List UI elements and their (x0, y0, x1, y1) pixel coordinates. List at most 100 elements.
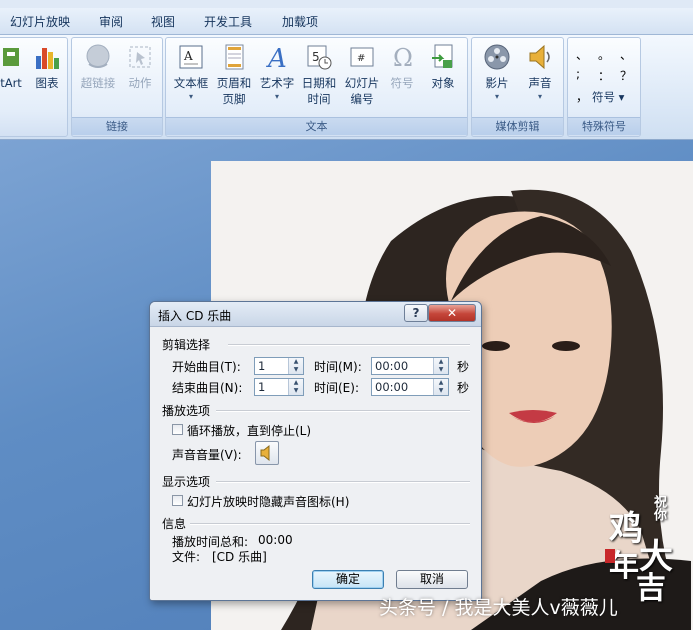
volume-label: 声音音量(V): (172, 448, 242, 462)
svg-text:5: 5 (312, 50, 320, 64)
volume-button[interactable] (255, 441, 279, 465)
wordart-label: 艺术字 (259, 76, 295, 90)
hide-icon-label[interactable]: 幻灯片放映时隐藏声音图标(H) (187, 493, 349, 510)
spin-down-icon[interactable]: ▼ (434, 387, 448, 395)
help-button[interactable]: ? (404, 304, 428, 322)
menu-view[interactable]: 视图 (151, 13, 175, 30)
dialog-title-bar[interactable]: 插入 CD 乐曲 ? ✕ (150, 302, 481, 327)
globe-link-icon (86, 44, 110, 68)
menu-bar: 幻灯片放映 审阅 视图 开发工具 加载项 (0, 8, 693, 35)
sound-button[interactable]: 声音 ▾ (520, 42, 560, 103)
dropdown-arrow-icon[interactable]: ▾ (256, 91, 298, 103)
symbol-colon[interactable]: ： (598, 67, 610, 84)
object-label: 对象 (431, 76, 455, 90)
symbol-comma-3[interactable]: ， (576, 88, 588, 105)
symbol-semicolon[interactable]: ; (576, 67, 580, 81)
spin-up-icon[interactable]: ▲ (289, 379, 303, 387)
dropdown-arrow-icon[interactable]: ▾ (520, 91, 560, 103)
red-seal-icon (605, 549, 615, 563)
ok-button[interactable]: 确定 (312, 570, 384, 589)
ribbon-group-illustrations: tArt 图表 (0, 37, 68, 137)
ribbon-group-special-symbols: 、 。 、 ; ： ？ ， 符号 ▾ 特殊符号 (567, 37, 641, 137)
action-label: 动作 (128, 76, 152, 90)
stamp-char-4: 吉 (636, 571, 666, 606)
spin-down-icon[interactable]: ▼ (434, 366, 448, 374)
group-label-links: 链接 (72, 117, 162, 135)
speaker-icon (260, 444, 270, 462)
spin-up-icon[interactable]: ▲ (289, 358, 303, 366)
end-track-spin-buttons[interactable]: ▲ ▼ (288, 379, 303, 395)
smartart-button[interactable]: tArt (0, 42, 25, 91)
start-time-spin-buttons[interactable]: ▲ ▼ (433, 358, 448, 374)
start-time-value: 00:00 (375, 359, 409, 373)
slide-number-button[interactable]: # 幻灯片 编号 (341, 42, 383, 107)
speaker-icon (529, 44, 550, 70)
file-value: [CD 乐曲] (212, 550, 267, 564)
menu-review[interactable]: 审阅 (99, 13, 123, 30)
loop-checkbox[interactable] (172, 424, 183, 435)
spin-up-icon[interactable]: ▲ (434, 358, 448, 366)
cancel-button[interactable]: 取消 (396, 570, 468, 589)
symbol-period[interactable]: 。 (598, 46, 610, 63)
start-track-spin-buttons[interactable]: ▲ ▼ (288, 358, 303, 374)
symbol-question[interactable]: ？ (620, 67, 632, 84)
object-button[interactable]: 对象 (422, 42, 464, 91)
symbol-button[interactable]: Ω 符号 (384, 42, 420, 91)
end-time-spin-buttons[interactable]: ▲ ▼ (433, 379, 448, 395)
header-footer-label-2: 页脚 (222, 92, 246, 106)
hide-icon-checkbox[interactable] (172, 495, 183, 506)
svg-text:A: A (266, 44, 287, 72)
textbox-button[interactable]: A 文本框 ▾ (170, 42, 212, 103)
ribbon: tArt 图表 超链接 动作 链接 A 文本框 ▾ 页眉和 页脚 A 艺术字 ▾… (0, 35, 693, 140)
start-time-label: 时间(M): (314, 360, 362, 374)
chart-button[interactable]: 图表 (29, 42, 65, 91)
action-icon (129, 46, 151, 68)
clip-selection-heading: 剪辑选择 (162, 338, 211, 352)
symbol-comma-top[interactable]: 、 (576, 46, 588, 63)
playback-options-heading: 播放选项 (162, 404, 211, 418)
ribbon-group-links: 超链接 动作 链接 (71, 37, 163, 137)
dropdown-arrow-icon[interactable]: ▾ (476, 91, 518, 103)
section-divider (216, 481, 470, 483)
symbol-dropdown-button[interactable]: 符号 ▾ (592, 89, 624, 105)
slide-number-icon: # (350, 47, 374, 67)
close-icon: ✕ (446, 306, 458, 320)
svg-text:A: A (183, 49, 193, 63)
file-label: 文件: (172, 550, 201, 564)
calendar-clock-icon: 5 (307, 45, 332, 70)
wordart-button[interactable]: A 艺术字 ▾ (256, 42, 298, 103)
header-footer-button[interactable]: 页眉和 页脚 (213, 42, 255, 107)
spin-down-icon[interactable]: ▼ (289, 366, 303, 374)
end-track-value: 1 (258, 380, 266, 394)
end-track-spinner[interactable]: 1 ▲ ▼ (254, 378, 304, 396)
start-track-spinner[interactable]: 1 ▲ ▼ (254, 357, 304, 375)
svg-text:Ω: Ω (393, 44, 413, 72)
action-button[interactable]: 动作 (122, 42, 158, 91)
help-icon: ? (412, 306, 420, 320)
end-time-value: 00:00 (375, 380, 409, 394)
textbox-label: 文本框 (173, 76, 209, 90)
spin-down-icon[interactable]: ▼ (289, 387, 303, 395)
dropdown-arrow-icon[interactable]: ▾ (170, 91, 212, 103)
info-heading: 信息 (162, 517, 187, 531)
date-time-button[interactable]: 5 日期和 时间 (298, 42, 340, 107)
start-time-spinner[interactable]: 00:00 ▲ ▼ (371, 357, 449, 375)
menu-addins[interactable]: 加载项 (282, 13, 318, 30)
movie-label: 影片 (485, 76, 509, 90)
wordart-icon: A (266, 44, 287, 72)
end-time-spinner[interactable]: 00:00 ▲ ▼ (371, 378, 449, 396)
loop-label[interactable]: 循环播放，直到停止(L) (187, 422, 311, 439)
hyperlink-button[interactable]: 超链接 (76, 42, 120, 91)
dialog-title: 插入 CD 乐曲 (158, 309, 232, 323)
date-time-label-2: 时间 (307, 92, 331, 106)
section-divider (228, 344, 470, 346)
menu-developer[interactable]: 开发工具 (204, 13, 252, 30)
menu-slideshow[interactable]: 幻灯片放映 (10, 13, 70, 30)
group-label-media: 媒体剪辑 (472, 117, 563, 135)
symbol-comma-2[interactable]: 、 (620, 46, 632, 63)
spin-up-icon[interactable]: ▲ (434, 379, 448, 387)
end-time-label: 时间(E): (314, 381, 359, 395)
film-reel-icon (484, 44, 510, 70)
movie-button[interactable]: 影片 ▾ (476, 42, 518, 103)
close-button[interactable]: ✕ (428, 304, 476, 322)
